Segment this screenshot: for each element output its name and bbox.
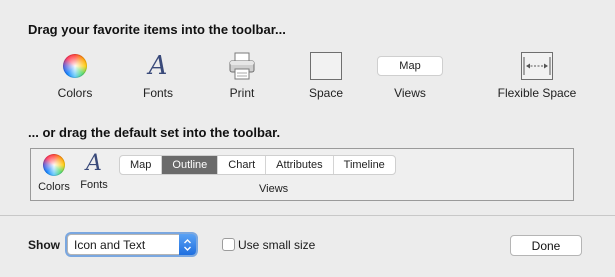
fonts-icon: A [148, 51, 168, 81]
views-segment-preview: Map [377, 56, 443, 76]
default-set-views-control: Map Outline Chart Attributes Timeline [119, 155, 396, 175]
palette-item-flexible-space[interactable]: Flexible Space [494, 50, 580, 100]
show-mode-select[interactable]: Icon and Text [67, 234, 196, 255]
default-set-views-label: Views [259, 183, 289, 195]
palette-fonts-label: Fonts [142, 86, 173, 100]
default-set-colors-label: Colors [38, 181, 70, 193]
palette-colors-label: Colors [57, 86, 93, 100]
select-arrows-icon [179, 234, 196, 255]
use-small-size-label[interactable]: Use small size [238, 238, 315, 252]
done-button[interactable]: Done [510, 235, 582, 256]
segment-chart: Chart [218, 156, 267, 174]
show-mode-value: Icon and Text [74, 237, 146, 252]
default-set-colors: Colors [37, 154, 71, 193]
favorites-heading: Drag your favorite items into the toolba… [28, 22, 286, 37]
space-icon [310, 52, 342, 80]
fonts-icon: A [86, 151, 102, 176]
segment-map: Map [120, 156, 163, 174]
palette-item-views[interactable]: Map Views [376, 50, 444, 100]
segment-attributes: Attributes [266, 156, 334, 174]
segment-outline: Outline [162, 156, 219, 174]
flexible-space-icon [521, 52, 553, 80]
footer-divider [0, 215, 615, 216]
printer-icon [229, 52, 255, 80]
default-set-fonts: A Fonts [77, 151, 111, 192]
default-set-heading: ... or drag the default set into the too… [28, 125, 281, 140]
palette-views-label: Views [394, 86, 426, 100]
default-toolbar-set[interactable]: Colors A Fonts Map Outline Chart Attributes… [30, 148, 574, 201]
default-set-fonts-label: Fonts [80, 179, 108, 191]
palette-print-label: Print [229, 86, 255, 100]
palette-space-label: Space [308, 86, 344, 100]
palette-item-space[interactable]: Space [304, 50, 348, 100]
palette-flexible-space-label: Flexible Space [497, 86, 577, 100]
segment-timeline: Timeline [343, 159, 385, 171]
palette-item-fonts[interactable]: A Fonts [136, 50, 180, 100]
palette-item-colors[interactable]: Colors [52, 50, 98, 100]
color-wheel-icon [43, 154, 65, 176]
palette-item-print[interactable]: Print [220, 50, 264, 100]
color-wheel-icon [63, 54, 87, 78]
use-small-size-checkbox[interactable] [222, 238, 235, 251]
show-label: Show [28, 238, 60, 252]
